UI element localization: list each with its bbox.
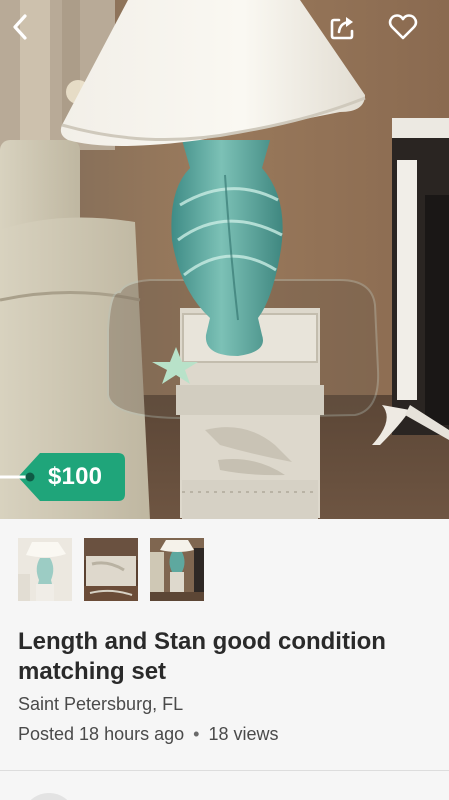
seller-avatar[interactable] — [22, 793, 76, 800]
lamp-table-photo — [0, 0, 449, 519]
photo-thumbnail[interactable] — [150, 538, 204, 601]
view-count: 18 views — [208, 724, 279, 744]
back-button[interactable] — [4, 10, 38, 44]
price-tag: $100 — [0, 453, 126, 501]
thumbnail-image — [18, 538, 72, 601]
photo-thumbnail-strip — [0, 519, 449, 619]
listing-title: Length and Stan good condition matching … — [18, 628, 386, 685]
share-button[interactable] — [326, 10, 360, 44]
share-icon — [330, 17, 354, 40]
listing-details: Length and Stan good condition matching … — [0, 619, 449, 800]
meta-separator: • — [193, 724, 200, 744]
favorite-button[interactable] — [386, 10, 420, 44]
listing-location[interactable]: Saint Petersburg, FL — [18, 694, 183, 715]
posted-time: Posted 18 hours ago — [18, 724, 185, 744]
section-divider — [0, 770, 449, 771]
heart-outline-icon — [388, 14, 418, 40]
listing-photo[interactable]: $100 — [0, 0, 449, 519]
thumbnail-image — [150, 538, 204, 601]
listing-meta: Posted 18 hours ago • 18 views — [18, 724, 278, 745]
photo-thumbnail[interactable] — [84, 538, 138, 601]
thumbnail-image — [84, 538, 138, 601]
photo-thumbnail[interactable] — [18, 538, 72, 601]
chevron-left-icon — [13, 14, 27, 40]
price-label: $100 — [48, 463, 103, 490]
